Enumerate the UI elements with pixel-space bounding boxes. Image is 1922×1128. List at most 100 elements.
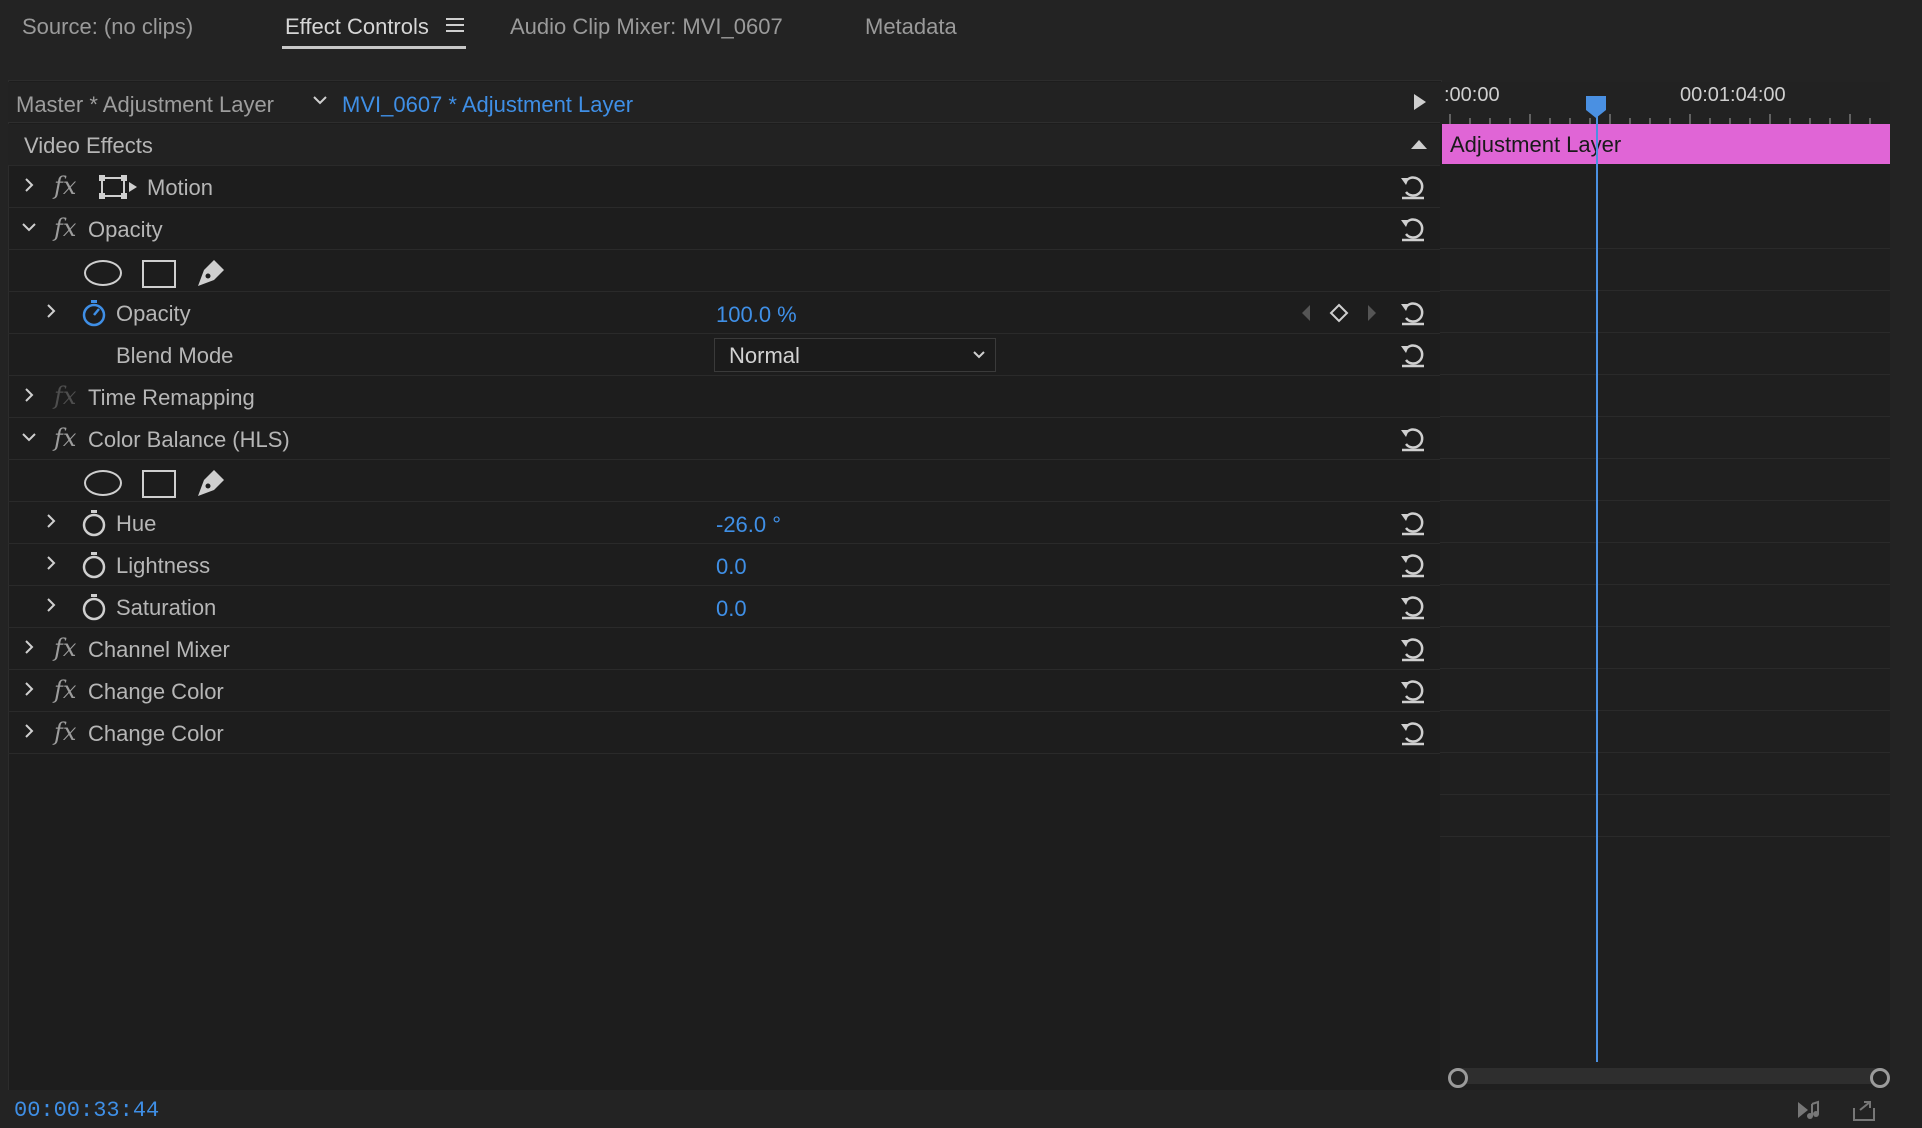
chevron-right-icon[interactable] [42,596,60,614]
adjustment-layer-clip[interactable]: Adjustment Layer [1442,124,1890,164]
stopwatch-icon[interactable] [80,550,108,580]
fx-icon[interactable]: fx [54,172,76,200]
active-tab-indicator [282,46,466,49]
timeline-row-divider [1440,500,1890,501]
fx-icon[interactable]: fx [54,634,76,662]
next-keyframe-icon [1368,305,1376,321]
param-row-blend-mode: Blend Mode Normal [8,334,1440,376]
sequence-clip-label[interactable]: MVI_0607 * Adjustment Layer [342,92,633,118]
param-label-opacity: Opacity [116,301,191,326]
playhead-marker[interactable] [1586,96,1606,118]
opacity-value[interactable]: 100.0 % [716,302,797,328]
reset-icon[interactable] [1398,298,1428,328]
scrollbar-right-handle[interactable] [1870,1068,1890,1088]
effect-timeline[interactable]: :00:00 00:01:04:00 Adjustment Layer [1440,82,1890,1090]
pen-mask-icon[interactable] [194,466,228,500]
fx-icon[interactable]: fx [54,214,76,242]
effect-row-motion[interactable]: fx Motion [8,166,1440,208]
chevron-right-icon[interactable] [42,302,60,320]
timeline-row-divider [1440,332,1890,333]
tab-source[interactable]: Source: (no clips) [22,14,193,40]
chevron-right-icon[interactable] [20,386,38,404]
video-effects-heading: Video Effects [24,133,153,158]
play-triangle-icon[interactable] [1414,94,1426,110]
playhead-line[interactable] [1596,102,1598,1062]
timeline-row-divider [1440,290,1890,291]
time-ruler[interactable]: :00:00 00:01:04:00 [1440,82,1890,124]
scrollbar-left-handle[interactable] [1448,1068,1468,1088]
collapse-up-icon[interactable] [1410,138,1428,150]
stopwatch-icon[interactable] [80,508,108,538]
timeline-row-divider [1440,416,1890,417]
reset-icon[interactable] [1398,676,1428,706]
timeline-row-divider [1440,248,1890,249]
pen-mask-icon[interactable] [194,256,228,290]
chevron-right-icon[interactable] [42,554,60,572]
param-row-lightness[interactable]: Lightness 0.0 [8,544,1440,586]
video-effects-header: Video Effects [8,124,1440,166]
effect-name-change-color: Change Color [88,679,224,704]
ellipse-mask-icon[interactable] [84,470,122,496]
ellipse-mask-icon[interactable] [84,260,122,286]
chevron-right-icon[interactable] [20,680,38,698]
effect-row-change-color[interactable]: fx Change Color [8,712,1440,754]
export-icon[interactable] [1850,1098,1878,1122]
hue-value[interactable]: -26.0 ° [716,512,781,538]
chevron-down-icon[interactable] [20,428,38,446]
effect-row-opacity[interactable]: fx Opacity [8,208,1440,250]
rectangle-mask-icon[interactable] [142,470,176,498]
tab-effect-controls[interactable]: Effect Controls [285,14,429,40]
chevron-down-icon[interactable] [310,90,330,110]
chevron-right-icon[interactable] [20,176,38,194]
rectangle-mask-icon[interactable] [142,260,176,288]
reset-icon[interactable] [1398,172,1428,202]
fx-icon[interactable]: fx [54,424,76,452]
stopwatch-icon[interactable] [80,592,108,622]
reset-icon[interactable] [1398,214,1428,244]
chevron-right-icon[interactable] [20,722,38,740]
timeline-row-divider [1440,374,1890,375]
effect-row-channel-mixer[interactable]: fx Channel Mixer [8,628,1440,670]
panel-tab-bar: Source: (no clips) Effect Controls Audio… [0,0,1922,58]
current-timecode[interactable]: 00:00:33:44 [14,1098,159,1123]
fx-icon[interactable]: fx [54,718,76,746]
effect-name-motion: Motion [147,175,214,200]
reset-icon[interactable] [1398,508,1428,538]
timeline-zoom-scrollbar[interactable] [1454,1068,1884,1084]
play-audio-icon[interactable] [1794,1098,1822,1122]
mask-tools-row [8,250,1440,292]
param-row-opacity[interactable]: Opacity 100.0 % [8,292,1440,334]
effect-row-change-color[interactable]: fx Change Color [8,670,1440,712]
lightness-value[interactable]: 0.0 [716,554,747,580]
chevron-right-icon[interactable] [20,638,38,656]
reset-icon[interactable] [1398,550,1428,580]
blend-mode-select[interactable]: Normal [714,338,996,372]
reset-icon[interactable] [1398,718,1428,748]
blend-mode-value: Normal [729,343,800,368]
master-clip-label[interactable]: Master * Adjustment Layer [16,92,274,118]
param-label-lightness: Lightness [116,553,211,578]
effect-row-color-balance[interactable]: fx Color Balance (HLS) [8,418,1440,460]
tab-metadata[interactable]: Metadata [865,14,957,40]
reset-icon[interactable] [1398,340,1428,370]
fx-icon[interactable]: fx [54,676,76,704]
chevron-down-icon [973,351,985,359]
chevron-right-icon[interactable] [42,512,60,530]
panel-menu-icon[interactable] [446,18,464,34]
keyframe-navigator[interactable] [1294,302,1384,324]
reset-icon[interactable] [1398,634,1428,664]
timeline-row-divider [1440,668,1890,669]
tab-audio-clip-mixer[interactable]: Audio Clip Mixer: MVI_0607 [510,14,783,40]
saturation-value[interactable]: 0.0 [716,596,747,622]
clip-selector-bar: Master * Adjustment Layer MVI_0607 * Adj… [8,82,1440,123]
timeline-row-divider [1440,752,1890,753]
transform-icon[interactable] [98,174,138,200]
param-row-saturation[interactable]: Saturation 0.0 [8,586,1440,628]
effect-row-time-remapping[interactable]: fx Time Remapping [8,376,1440,418]
param-row-hue[interactable]: Hue -26.0 ° [8,502,1440,544]
timeline-row-divider [1440,584,1890,585]
reset-icon[interactable] [1398,592,1428,622]
reset-icon[interactable] [1398,424,1428,454]
stopwatch-icon[interactable] [80,298,108,328]
chevron-down-icon[interactable] [20,218,38,236]
